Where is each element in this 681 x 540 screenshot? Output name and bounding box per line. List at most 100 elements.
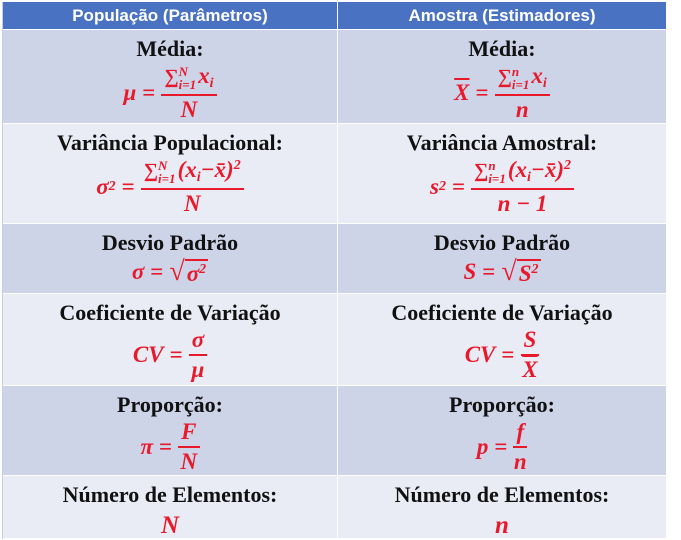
cell-variance-population: Variância Populacional: σ2 = ∑ Ni=1 (xi−x̄… bbox=[3, 124, 338, 224]
radicand-base: σ bbox=[186, 260, 200, 286]
denominator: X bbox=[522, 357, 538, 383]
denominator: N bbox=[183, 190, 201, 216]
header-population-text: População (Parâmetros) bbox=[72, 5, 268, 25]
equals-sign: = bbox=[482, 259, 496, 284]
radicand-superscript: 2 bbox=[199, 261, 207, 277]
label-stddev-population: Desvio Padrão bbox=[101, 230, 239, 255]
sum-lower: i=1 bbox=[488, 170, 506, 186]
label-count-sample: Número de Elementos: bbox=[394, 482, 610, 507]
numerator: S bbox=[520, 327, 540, 357]
equals-sign: = bbox=[475, 79, 489, 105]
label-variance-sample: Variância Amostral: bbox=[406, 130, 598, 155]
term-subscript: i bbox=[209, 76, 214, 91]
cell-cv-population: Coeficiente de Variação CV = σ μ bbox=[3, 294, 338, 386]
sum-limits: n i=1 bbox=[488, 159, 506, 185]
equals-sign: = bbox=[142, 79, 156, 105]
header-population: População (Parâmetros) bbox=[3, 2, 338, 30]
formula-variance-population: σ2 = ∑ Ni=1 (xi−x̄)2 N bbox=[96, 157, 244, 216]
formula-proportion-population: π = F N bbox=[140, 419, 200, 475]
cell-proportion-population: Proporção: π = F N bbox=[3, 386, 338, 476]
formula-mean-sample: X = ∑ n i=1 xi n bbox=[454, 63, 550, 122]
equals-sign: = bbox=[494, 434, 508, 460]
label-mean-population: Média: bbox=[136, 36, 204, 61]
term-rest: −x̄) bbox=[200, 157, 234, 182]
label-variance-population: Variância Populacional: bbox=[57, 130, 283, 155]
term: x bbox=[531, 63, 543, 88]
sum-limits: Ni=1 bbox=[158, 159, 176, 185]
symbol-cv: CV bbox=[132, 342, 164, 368]
fraction: σ μ bbox=[188, 327, 208, 383]
square-root: √ S2 bbox=[501, 258, 541, 286]
equals-sign: = bbox=[451, 173, 466, 199]
fraction: f n bbox=[513, 419, 528, 475]
fraction: ∑ Ni=1 (xi−x̄)2 N bbox=[140, 157, 244, 216]
cell-variance-sample: Variância Amostral: s2 = ∑ n i=1 (xi−x̄)2 n… bbox=[338, 124, 667, 224]
radical-icon: √ bbox=[169, 256, 185, 287]
symbol-p: p bbox=[476, 434, 489, 460]
fraction: S X bbox=[520, 327, 540, 383]
sum-limits: n i=1 bbox=[512, 65, 530, 91]
summation-icon: ∑ bbox=[164, 66, 179, 88]
sum-lower: i=1 bbox=[178, 76, 197, 92]
symbol-mu: μ bbox=[123, 79, 137, 105]
denominator: μ bbox=[191, 357, 205, 383]
lhs-superscript: 2 bbox=[438, 178, 446, 194]
term-superscript: 2 bbox=[564, 158, 572, 173]
denominator: N bbox=[180, 449, 198, 475]
equals-sign: = bbox=[501, 342, 515, 368]
term-superscript: 2 bbox=[233, 158, 241, 173]
cell-count-sample: Número de Elementos: n bbox=[338, 476, 667, 539]
term: (x bbox=[507, 157, 528, 182]
symbol-s: s bbox=[429, 173, 439, 199]
fraction: ∑ n i=1 (xi−x̄)2 n − 1 bbox=[471, 157, 575, 216]
radicand: σ2 bbox=[184, 258, 209, 286]
cell-mean-population: Média: μ = ∑ Ni=1 xi N bbox=[3, 30, 338, 124]
equals-sign: = bbox=[169, 342, 183, 368]
equals-sign: = bbox=[159, 434, 173, 460]
numerator: σ bbox=[188, 327, 208, 357]
sum-lower: i=1 bbox=[158, 170, 176, 186]
formula-stddev-population: σ = √ σ2 bbox=[131, 256, 209, 287]
formula-mean-population: μ = ∑ Ni=1 xi N bbox=[123, 63, 217, 122]
numerator: f bbox=[513, 419, 528, 449]
summation-icon: ∑ bbox=[474, 160, 489, 182]
denominator: n − 1 bbox=[497, 190, 548, 216]
denominator: n bbox=[513, 449, 527, 475]
denominator: N bbox=[180, 96, 198, 122]
symbol-sigma: σ bbox=[131, 259, 145, 284]
radicand-base: S bbox=[518, 260, 532, 286]
sum-upper: N bbox=[178, 63, 189, 79]
formula-stddev-sample: S = √ S2 bbox=[463, 258, 541, 286]
fraction: F N bbox=[178, 419, 200, 475]
equals-sign: = bbox=[150, 259, 164, 284]
label-proportion-sample: Proporção: bbox=[449, 392, 555, 417]
square-root: √ σ2 bbox=[169, 256, 209, 287]
sum-limits: Ni=1 bbox=[179, 65, 197, 91]
formula-table: População (Parâmetros) Amostra (Estimado… bbox=[2, 2, 667, 539]
symbol-cv: CV bbox=[464, 342, 496, 368]
cell-mean-sample: Média: X = ∑ n i=1 xi n bbox=[338, 30, 667, 124]
formula-variance-sample: s2 = ∑ n i=1 (xi−x̄)2 n − 1 bbox=[429, 157, 575, 216]
fraction: ∑ Ni=1 xi N bbox=[161, 63, 217, 122]
numerator: ∑ Ni=1 xi bbox=[161, 63, 217, 96]
sum-upper: n bbox=[488, 157, 496, 173]
cell-stddev-population: Desvio Padrão σ = √ σ2 bbox=[3, 224, 338, 294]
label-cv-sample: Coeficiente de Variação bbox=[391, 300, 613, 325]
symbol-xbar: X bbox=[454, 79, 470, 105]
term-rest: −x̄) bbox=[530, 157, 565, 182]
sum-upper: n bbox=[511, 63, 520, 79]
label-count-population: Número de Elementos: bbox=[62, 482, 278, 507]
formula-cv-sample: CV = S X bbox=[464, 327, 540, 383]
value-count-population: N bbox=[160, 512, 180, 539]
header-sample-text: Amostra (Estimadores) bbox=[408, 5, 596, 25]
radicand: S2 bbox=[516, 258, 541, 286]
summation-icon: ∑ bbox=[497, 66, 512, 88]
equals-sign: = bbox=[121, 173, 135, 199]
header-sample: Amostra (Estimadores) bbox=[338, 2, 667, 30]
numerator: ∑ n i=1 (xi−x̄)2 bbox=[471, 157, 575, 190]
cell-count-population: Número de Elementos: N bbox=[3, 476, 338, 539]
summation-icon: ∑ bbox=[143, 160, 159, 182]
formula-proportion-sample: p = f n bbox=[476, 419, 528, 475]
numerator: ∑ n i=1 xi bbox=[494, 63, 550, 96]
numerator: F bbox=[178, 419, 200, 449]
